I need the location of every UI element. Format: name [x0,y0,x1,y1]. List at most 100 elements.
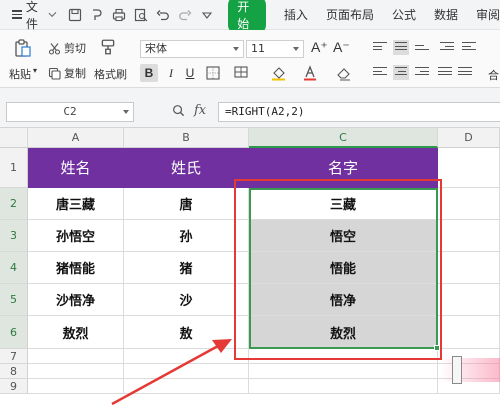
cell-a6[interactable]: 敖烈 [28,316,124,349]
clear-button[interactable] [335,64,353,82]
italic-button[interactable]: I [164,64,178,82]
print-preview-icon[interactable] [134,8,148,22]
select-all-corner[interactable] [0,128,28,148]
cell-b7[interactable] [124,349,249,364]
cell-b4[interactable]: 猪 [124,252,249,284]
cell-a8[interactable] [28,364,124,379]
cell-c7[interactable] [249,349,438,364]
align-top-icon[interactable] [373,42,387,54]
cell-c8[interactable] [249,364,438,379]
cell-b1[interactable]: 姓氏 [124,148,249,188]
cell-d1[interactable] [438,148,500,188]
cell-a7[interactable] [28,349,124,364]
tab-formulas[interactable]: 公式 [392,6,416,23]
row-header-7[interactable]: 7 [0,349,28,364]
cell-c9[interactable] [249,379,438,394]
cell-b2[interactable]: 唐 [124,188,249,220]
row-header-3[interactable]: 3 [0,220,28,252]
row-header-6[interactable]: 6 [0,316,28,349]
bold-button[interactable]: B [140,64,158,82]
cell-d2[interactable] [438,188,500,220]
cell-c6[interactable]: 敖烈 [249,316,438,349]
row-header-8[interactable]: 8 [0,364,28,379]
tab-insert[interactable]: 插入 [284,6,308,23]
indent-decrease-icon[interactable] [440,42,454,54]
align-center-icon[interactable] [393,65,409,80]
tab-home[interactable]: 开始 [228,0,266,34]
cell-c5[interactable]: 悟净 [249,284,438,316]
font-size-value: 11 [251,42,265,55]
format-painter-button[interactable] [99,38,120,56]
fill-color-button[interactable] [270,64,288,82]
function-icon[interactable]: fx [194,103,206,118]
menu-icon[interactable] [12,8,22,21]
save-icon[interactable] [68,8,82,22]
cell-b5[interactable]: 沙 [124,284,249,316]
scrollbar-thumb[interactable] [452,356,462,384]
tab-review[interactable]: 审阅 [476,6,500,23]
column-header-b[interactable]: B [124,128,249,148]
tab-data[interactable]: 数据 [434,6,458,23]
borders-button[interactable] [205,64,221,82]
distributed-align-icon[interactable] [458,67,472,79]
chevron-down-icon [233,47,239,51]
cell-c1[interactable]: 名字 [249,148,438,188]
cell-a3[interactable]: 孙悟空 [28,220,124,252]
font-name-select[interactable]: 宋体 [140,40,244,58]
justify-icon[interactable] [438,67,452,79]
font-color-button[interactable] [302,64,318,82]
cell-d6[interactable] [438,316,500,349]
zoom-icon[interactable] [172,104,185,120]
export-icon[interactable] [90,8,104,22]
print-icon[interactable] [112,8,126,22]
formula-input[interactable]: =RIGHT(A2,2) [218,102,500,122]
cell-c3[interactable]: 悟空 [249,220,438,252]
cell-a1[interactable]: 姓名 [28,148,124,188]
cell-a4[interactable]: 猪悟能 [28,252,124,284]
fill-handle[interactable] [434,345,440,351]
chevron-down-icon [293,47,299,51]
undo-icon[interactable] [156,8,170,22]
cell-d3[interactable] [438,220,500,252]
redo-icon[interactable] [178,8,192,22]
tab-page-layout[interactable]: 页面布局 [326,6,374,23]
cell-b6[interactable]: 敖 [124,316,249,349]
align-middle-icon[interactable] [393,40,409,55]
cell-d4[interactable] [438,252,500,284]
font-grow-button[interactable]: A⁺ [311,39,328,56]
indent-increase-icon[interactable] [462,42,476,54]
cell-a2[interactable]: 唐三藏 [28,188,124,220]
align-left-icon[interactable] [373,67,387,79]
merge-label[interactable]: 合 [488,67,499,83]
copy-button[interactable]: 复制 [48,65,86,81]
border-style-icon [234,66,248,78]
cell-c4[interactable]: 悟能 [249,252,438,284]
column-header-c[interactable]: C [249,128,438,148]
column-header-d[interactable]: D [438,128,500,148]
cell-c2[interactable]: 三藏 [249,188,438,220]
chevron-down-icon [48,9,56,17]
row-header-9[interactable]: 9 [0,379,28,394]
cell-a5[interactable]: 沙悟净 [28,284,124,316]
cell-a9[interactable] [28,379,124,394]
underline-button[interactable]: U [183,64,197,82]
cell-b3[interactable]: 孙 [124,220,249,252]
align-right-icon[interactable] [415,67,429,79]
borders-style-button[interactable] [233,64,251,82]
column-header-a[interactable]: A [28,128,124,148]
file-menu[interactable]: 文件 [26,0,60,32]
font-shrink-button[interactable]: A⁻ [333,39,350,56]
border-icon [206,66,220,80]
cut-button[interactable]: 剪切 [48,40,86,56]
cell-b8[interactable] [124,364,249,379]
row-header-5[interactable]: 5 [0,284,28,316]
row-header-1[interactable]: 1 [0,148,28,188]
row-header-2[interactable]: 2 [0,188,28,220]
cell-b9[interactable] [124,379,249,394]
customize-toolbar-icon[interactable] [200,8,214,22]
row-header-4[interactable]: 4 [0,252,28,284]
font-size-select[interactable]: 11 [246,40,304,58]
name-box[interactable]: C2 [6,102,134,122]
cell-d5[interactable] [438,284,500,316]
align-bottom-icon[interactable] [415,45,429,57]
